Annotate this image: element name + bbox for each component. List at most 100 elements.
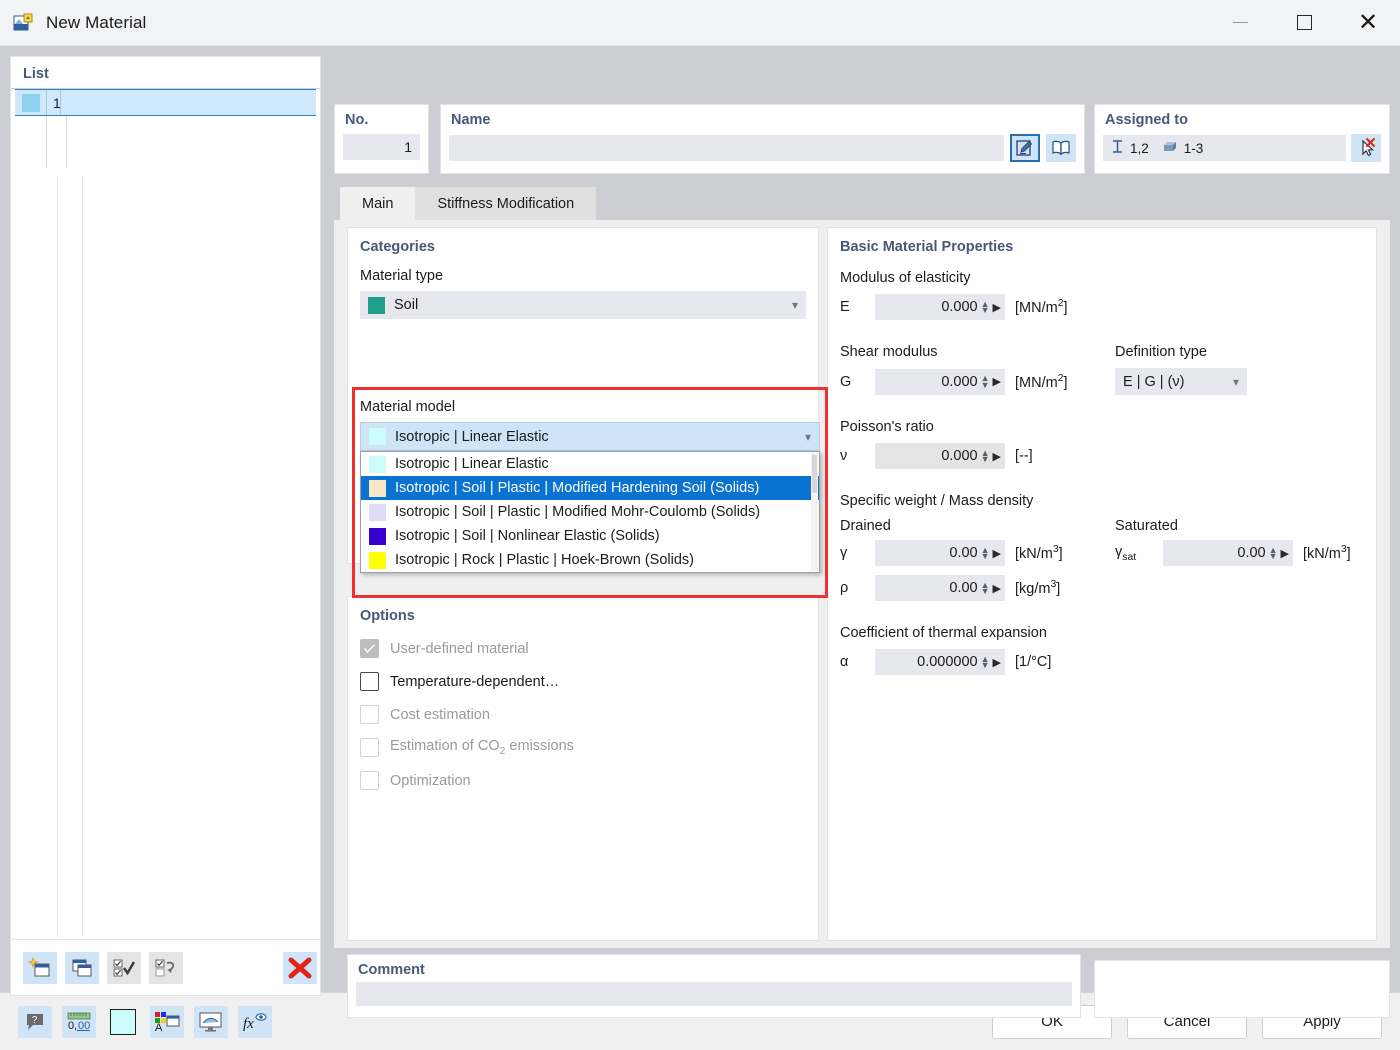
poissons-ratio-input[interactable]: 0.000 ▲ ▼ ▶ xyxy=(875,443,1005,469)
option-co2-emissions[interactable]: Estimation of CO2 emissions xyxy=(348,731,818,764)
option-label: Isotropic | Soil | Plastic | Modified Ha… xyxy=(395,480,760,496)
expand-arrow-icon[interactable]: ▶ xyxy=(993,301,1001,314)
check-all-icon[interactable] xyxy=(107,951,141,984)
spinner-icon[interactable]: ▲ ▼ xyxy=(981,299,990,314)
material-model-dropdown-list: Isotropic | Linear Elastic Isotropic | S… xyxy=(360,451,820,573)
value-gamma: 0.00 xyxy=(949,545,978,561)
definition-type-select[interactable]: E | G | (ν) ▾ xyxy=(1115,368,1247,395)
no-input[interactable] xyxy=(343,134,420,160)
checkbox-co2-emissions[interactable] xyxy=(360,738,379,757)
material-model-option[interactable]: Isotropic | Soil | Plastic | Modified Ha… xyxy=(361,476,819,500)
spinner-icon[interactable]: ▲ ▼ xyxy=(1269,545,1278,560)
maximize-icon[interactable] xyxy=(1272,0,1336,46)
book-library-icon[interactable] xyxy=(1046,134,1076,162)
checkbox-temperature-dependent[interactable] xyxy=(360,672,379,691)
edit-pencil-icon[interactable] xyxy=(1010,134,1040,162)
color-legend-icon[interactable]: A xyxy=(150,1005,184,1038)
name-caption: Name xyxy=(451,112,491,128)
main-tab-content: Categories Material type Soil ▾ Material… xyxy=(334,220,1390,948)
categories-panel: Categories Material type Soil ▾ Material… xyxy=(347,227,828,598)
drained-label: Drained xyxy=(840,518,891,534)
list-item[interactable] xyxy=(15,142,316,168)
no-panel: No. xyxy=(334,104,429,174)
list-toolbar xyxy=(11,939,320,995)
spinner-icon[interactable]: ▲ ▼ xyxy=(981,374,990,389)
expand-arrow-icon[interactable]: ▶ xyxy=(993,375,1001,388)
minimize-icon[interactable] xyxy=(1208,0,1272,46)
option-label: Estimation of CO2 emissions xyxy=(390,738,574,757)
option-temperature-dependent[interactable]: Temperature-dependent… xyxy=(348,665,818,698)
list-grid: 1 xyxy=(15,89,316,168)
thermal-expansion-input[interactable]: 0.000000 ▲ ▼ ▶ xyxy=(875,649,1005,675)
spinner-icon[interactable]: ▲ ▼ xyxy=(981,448,990,463)
new-window-star-icon[interactable] xyxy=(23,951,57,984)
unit-alpha: [1/°C] xyxy=(1015,654,1052,670)
spinner-icon[interactable]: ▲ ▼ xyxy=(981,654,990,669)
assigned-members-value: 1,2 xyxy=(1130,140,1149,156)
tab-stiffness-modification[interactable]: Stiffness Modification xyxy=(415,187,597,221)
spinner-icon[interactable]: ▲ ▼ xyxy=(981,580,990,595)
checkbox-optimization[interactable] xyxy=(360,771,379,790)
options-panel: Options User-defined material Temperatur… xyxy=(347,596,819,941)
formula-icon[interactable]: fx xyxy=(238,1005,272,1038)
option-optimization[interactable]: Optimization xyxy=(348,764,818,797)
material-model-group: Material model Isotropic | Linear Elasti… xyxy=(360,399,820,573)
shear-modulus-input[interactable]: 0.000 ▲ ▼ ▶ xyxy=(875,368,1005,395)
list-item[interactable] xyxy=(15,116,316,142)
checkbox-cost-estimation[interactable] xyxy=(360,705,379,724)
expand-arrow-icon[interactable]: ▶ xyxy=(993,547,1001,560)
properties-caption: Basic Material Properties xyxy=(840,239,1014,255)
window-title: New Material xyxy=(46,12,147,32)
dropdown-scrollbar[interactable] xyxy=(811,453,818,571)
comment-input[interactable] xyxy=(356,982,1072,1006)
red-x-icon[interactable] xyxy=(283,951,317,984)
help-icon[interactable]: ? xyxy=(18,1005,52,1038)
definition-type-value: E | G | (ν) xyxy=(1123,373,1185,390)
material-model-option[interactable]: Isotropic | Soil | Nonlinear Elastic (So… xyxy=(361,524,819,548)
checkbox-user-defined-material[interactable] xyxy=(360,639,379,658)
rho-input[interactable]: 0.00 ▲ ▼ ▶ xyxy=(875,575,1005,601)
table-row[interactable]: 1 xyxy=(15,89,316,116)
option-cost-estimation[interactable]: Cost estimation xyxy=(348,698,818,731)
unit-gamma-sat: [kN/m3] xyxy=(1303,544,1351,562)
gamma-input[interactable]: 0.00 ▲ ▼ ▶ xyxy=(875,540,1005,566)
option-color-swatch xyxy=(369,551,386,569)
copy-windows-icon[interactable] xyxy=(65,951,99,984)
expand-arrow-icon[interactable]: ▶ xyxy=(993,582,1001,595)
unit-E: [MN/m2] xyxy=(1015,298,1068,316)
expand-arrow-icon[interactable]: ▶ xyxy=(1281,547,1289,560)
option-user-defined-material[interactable]: User-defined material xyxy=(348,632,818,665)
symbol-rho: ρ xyxy=(840,580,849,596)
pick-cursor-deselect-icon[interactable] xyxy=(1351,134,1381,162)
unit-rho: [kg/m3] xyxy=(1015,579,1061,597)
assigned-solids-value: 1-3 xyxy=(1183,140,1204,156)
basic-material-properties-panel: Basic Material Properties Modulus of ela… xyxy=(827,227,1377,941)
spinner-icon[interactable]: ▲ ▼ xyxy=(981,545,990,560)
option-label: Optimization xyxy=(390,772,471,789)
invert-selection-icon[interactable] xyxy=(149,951,183,984)
rendering-icon[interactable] xyxy=(194,1005,228,1038)
material-model-option[interactable]: Isotropic | Rock | Plastic | Hoek-Brown … xyxy=(361,548,819,572)
decimal-places-icon[interactable]: 0, 00 xyxy=(62,1005,96,1038)
color-swatch-icon[interactable] xyxy=(106,1006,140,1038)
tab-main[interactable]: Main xyxy=(340,187,416,221)
row-name-cell[interactable] xyxy=(61,90,316,115)
expand-arrow-icon[interactable]: ▶ xyxy=(993,656,1001,669)
name-input[interactable] xyxy=(449,135,1004,161)
value-rho: 0.00 xyxy=(949,580,978,596)
gamma-sat-input[interactable]: 0.00 ▲ ▼ ▶ xyxy=(1163,540,1293,566)
modulus-of-elasticity-label: Modulus of elasticity xyxy=(840,270,971,286)
svg-text:A: A xyxy=(155,1022,163,1033)
assigned-value-field[interactable]: 1,2 1-3 xyxy=(1103,135,1346,161)
svg-text:fx: fx xyxy=(243,1016,254,1032)
material-model-option[interactable]: Isotropic | Soil | Plastic | Modified Mo… xyxy=(361,500,819,524)
material-model-color-swatch xyxy=(369,428,386,445)
material-type-select[interactable]: Soil ▾ xyxy=(360,291,806,319)
material-model-option[interactable]: Isotropic | Linear Elastic xyxy=(361,452,819,476)
modulus-of-elasticity-input[interactable]: 0.000 ▲ ▼ ▶ xyxy=(875,294,1005,320)
material-model-select[interactable]: Isotropic | Linear Elastic ▾ xyxy=(360,422,820,451)
expand-arrow-icon[interactable]: ▶ xyxy=(993,450,1001,463)
option-label: Isotropic | Soil | Plastic | Modified Mo… xyxy=(395,504,761,520)
definition-type-label: Definition type xyxy=(1115,344,1207,360)
close-icon[interactable]: ✕ xyxy=(1336,0,1400,46)
